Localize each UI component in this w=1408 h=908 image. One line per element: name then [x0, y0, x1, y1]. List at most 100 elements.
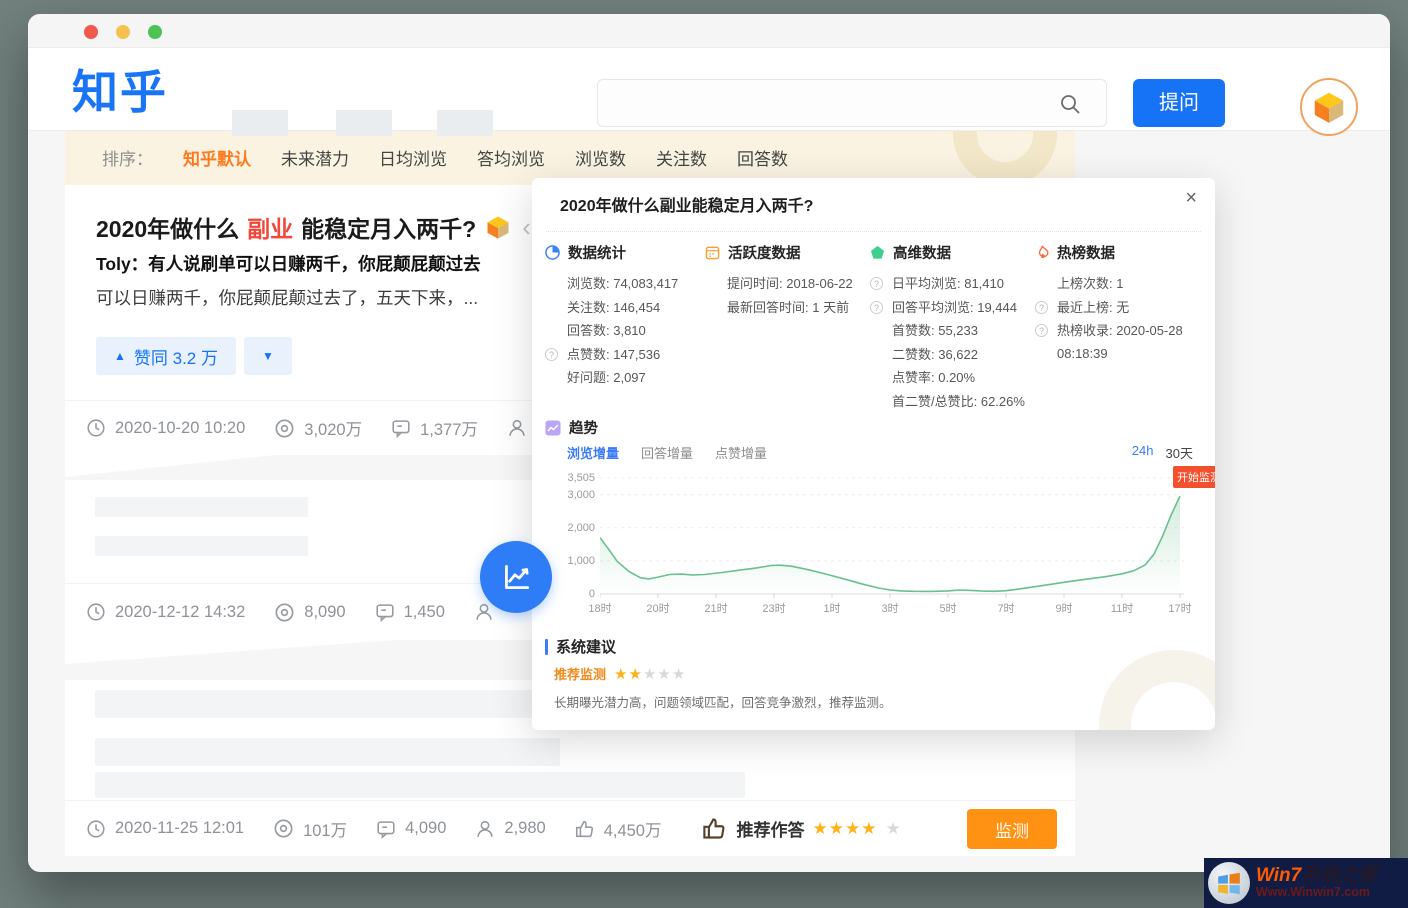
question-time: 2020-11-25 12:01	[115, 819, 244, 838]
suggestion-stars-empty: ★★★	[643, 666, 686, 683]
help-icon[interactable]: ?	[1035, 324, 1048, 337]
sort-item-zhihu-default[interactable]: 知乎默认	[183, 145, 251, 170]
question-title[interactable]: 2020年做什么副业能稳定月入两千? ‹	[96, 210, 531, 244]
monitor-button[interactable]: 监测	[967, 809, 1057, 849]
views-count: 8,090	[304, 603, 345, 622]
placeholder-bar	[95, 738, 560, 766]
x-tick-label: 5时	[930, 600, 966, 616]
comments-icon	[390, 417, 412, 439]
dotted-divider	[546, 231, 1201, 232]
stat-row: 浏览数: 74,083,417	[545, 272, 697, 296]
decorative-swoosh	[953, 130, 1057, 185]
line-chart-icon	[499, 560, 533, 594]
rating-stars-filled: ★★★★	[812, 819, 877, 839]
trend-chart-icon	[545, 420, 561, 436]
pentagon-icon	[870, 245, 885, 260]
close-window-button[interactable]	[84, 25, 98, 39]
stat-row: 好问题: 2,097	[545, 366, 697, 390]
stat-row: ?回答平均浏览: 19,444	[870, 296, 1032, 320]
trend-floating-button[interactable]	[480, 541, 552, 613]
close-icon[interactable]: ×	[1185, 188, 1197, 208]
sort-item-future-potential[interactable]: 未来潜力	[281, 145, 349, 170]
maximize-window-button[interactable]	[148, 25, 162, 39]
comments-icon	[375, 818, 397, 840]
upvotes-icon	[574, 818, 596, 840]
x-tick-label: 9时	[1046, 600, 1082, 616]
y-tick-label: 0	[565, 588, 595, 600]
views-icon	[273, 601, 296, 624]
suggestion-text: 长期曝光潜力高，问题领域匹配，回答竞争激烈，推荐监测。	[554, 692, 892, 711]
trend-chart-svg	[600, 470, 1184, 598]
monitor-start-tag: 开始监测	[1173, 466, 1215, 488]
views-count: 101万	[303, 817, 347, 841]
calendar-icon	[705, 245, 720, 260]
comments-icon	[374, 601, 396, 623]
x-tick-label: 3时	[872, 600, 908, 616]
suggestion-section-title: 系统建议	[545, 636, 616, 657]
zhihu-logo[interactable]: 知乎	[72, 56, 168, 122]
stat-row: ?日平均浏览: 81,410	[870, 272, 1032, 296]
trend-tab-answers[interactable]: 回答增量	[641, 443, 693, 462]
watermark: Win7系统之家 Www.Winwin7.com	[1204, 858, 1408, 908]
section-accent-bar	[545, 639, 548, 655]
comments-count: 4,090	[405, 819, 446, 838]
popup-title: 2020年做什么副业能稳定月入两千?	[560, 192, 813, 216]
stat-row: ?最近上榜: 无	[1035, 296, 1193, 320]
help-icon[interactable]: ?	[870, 277, 883, 290]
sort-bar: 排序： 知乎默认 未来潜力 日均浏览 答均浏览 浏览数 关注数 回答数	[65, 130, 1075, 185]
y-tick-label: 2,000	[565, 522, 595, 534]
chevron-left-icon[interactable]: ‹	[522, 212, 531, 243]
help-icon[interactable]: ?	[545, 348, 558, 361]
sort-item-views[interactable]: 浏览数	[575, 145, 626, 170]
section-hotlist-data: 热榜数据 上榜次数: 1 ?最近上榜: 无 ?热榜收录: 2020-05-28 …	[1035, 242, 1193, 365]
downvote-button[interactable]: ▼	[244, 337, 292, 375]
stat-row: 关注数: 146,454	[545, 296, 697, 320]
stat-row: 首赞数: 55,233	[870, 319, 1032, 343]
y-tick-label: 1,000	[565, 555, 595, 567]
stat-row: 上榜次数: 1	[1035, 272, 1193, 296]
nav-placeholder	[336, 110, 392, 136]
sort-item-answers[interactable]: 回答数	[737, 145, 788, 170]
placeholder-bar	[95, 497, 308, 517]
upvote-button[interactable]: ▲ 赞同 3.2 万	[96, 337, 236, 375]
clock-icon	[85, 818, 107, 840]
placeholder-bar	[95, 772, 745, 798]
stat-row: 最新回答时间: 1 天前	[705, 296, 865, 320]
section-activity-data: 活跃度数据 提问时间: 2018-06-22 最新回答时间: 1 天前	[705, 242, 865, 319]
section-advanced-data: 高维数据 ?日平均浏览: 81,410 ?回答平均浏览: 19,444 首赞数:…	[870, 242, 1032, 413]
range-24h-toggle[interactable]: 24h	[1132, 443, 1154, 462]
watermark-brand: Win7	[1256, 865, 1301, 886]
trend-tab-views[interactable]: 浏览增量	[567, 443, 619, 462]
range-30d-toggle[interactable]: 30天	[1166, 443, 1193, 462]
titlebar	[28, 14, 1390, 48]
stat-row: 提问时间: 2018-06-22	[705, 272, 865, 296]
minimize-window-button[interactable]	[116, 25, 130, 39]
extension-cube-icon[interactable]	[484, 213, 512, 241]
recommend-answer-badge: 推荐作答 ★★★★★	[701, 815, 901, 842]
trend-chart: 01,0002,0003,0003,505 18时20时21时23时1时3时5时…	[565, 466, 1205, 622]
pie-clock-icon	[545, 245, 560, 260]
sort-item-daily-views[interactable]: 日均浏览	[379, 145, 447, 170]
avatar[interactable]	[1300, 78, 1358, 136]
sort-item-views-per-answer[interactable]: 答均浏览	[477, 145, 545, 170]
site-header: 知乎 提问	[28, 48, 1390, 130]
windows-logo-icon	[1208, 862, 1250, 904]
followers-icon	[506, 417, 528, 439]
help-icon[interactable]: ?	[1035, 301, 1048, 314]
answer-excerpt[interactable]: Toly：有人说刷单可以日赚两千，你屁颠屁颠过去 可以日赚两千，你屁颠屁颠过去了…	[96, 247, 566, 315]
clock-icon	[85, 601, 107, 623]
views-icon	[273, 417, 296, 440]
clock-icon	[85, 417, 107, 439]
stat-row: 回答数: 3,810	[545, 319, 697, 343]
search-icon[interactable]	[1058, 92, 1082, 116]
sort-label: 排序：	[102, 145, 153, 170]
nav-placeholder	[232, 110, 288, 136]
sort-item-followers[interactable]: 关注数	[656, 145, 707, 170]
browser-window: 知乎 提问 排序： 知乎默认	[28, 14, 1390, 872]
suggestion-badge: 推荐监测 ★★★★★	[554, 664, 686, 683]
ask-question-button[interactable]: 提问	[1133, 79, 1225, 127]
help-icon[interactable]: ?	[870, 301, 883, 314]
y-tick-label: 3,000	[565, 489, 595, 501]
search-input[interactable]	[597, 79, 1107, 127]
trend-tab-upvotes[interactable]: 点赞增量	[715, 443, 767, 462]
